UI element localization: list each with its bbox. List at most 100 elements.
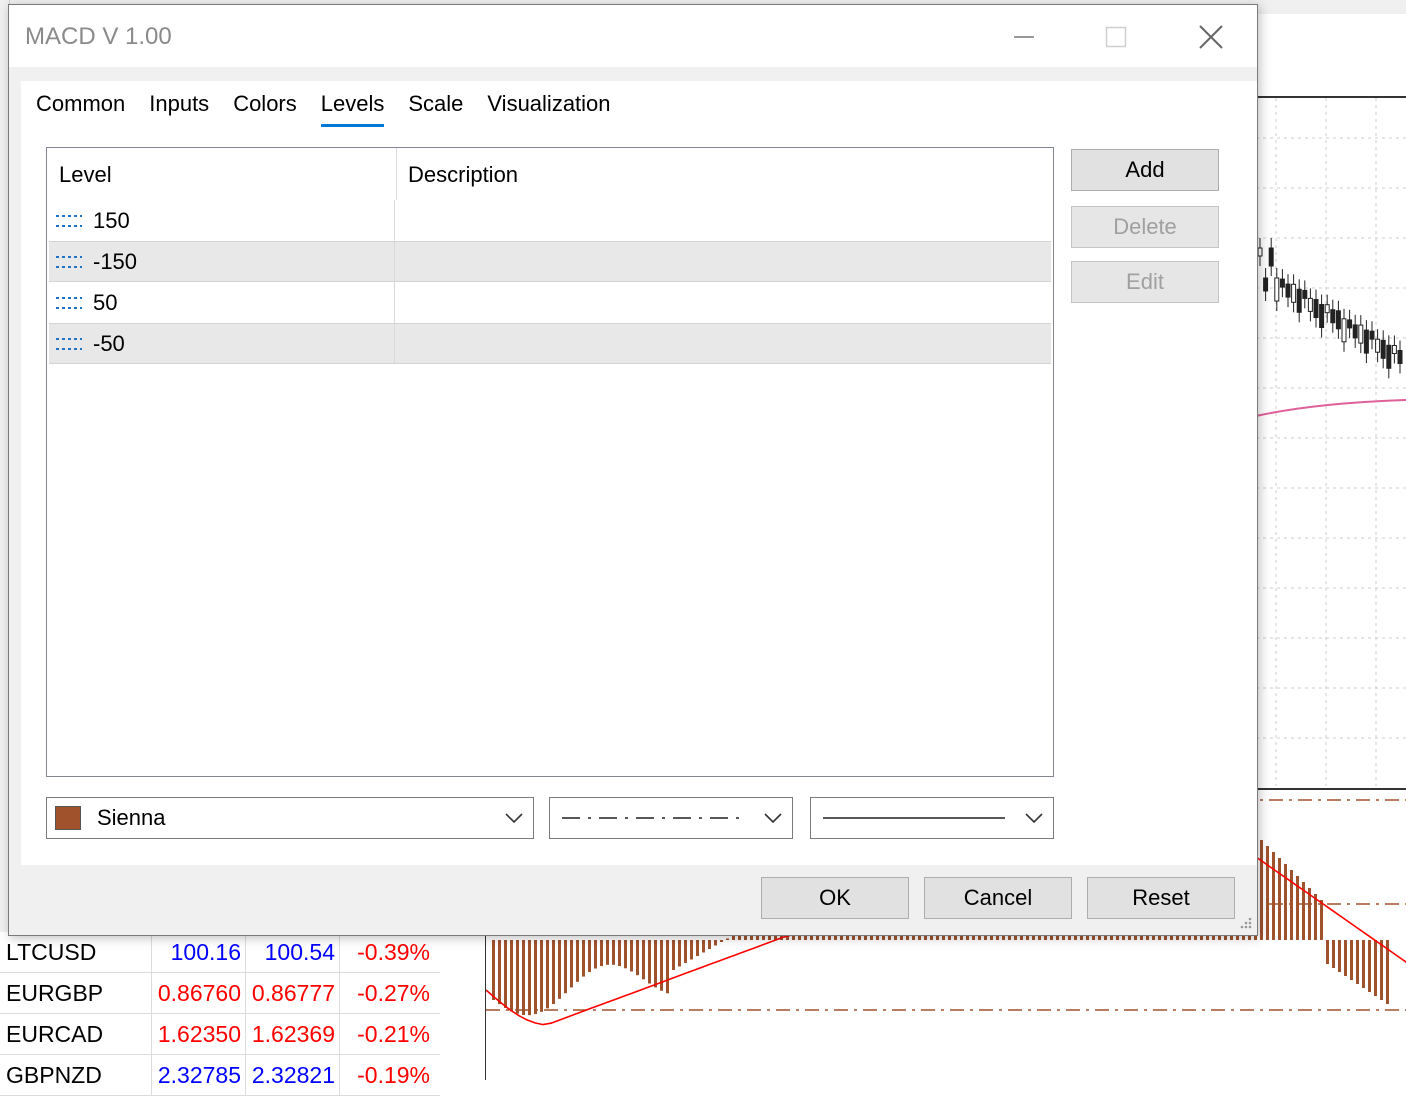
- ask: 1.62369: [246, 1014, 340, 1054]
- price-chart[interactable]: [1256, 96, 1406, 786]
- level-value: -150: [93, 248, 138, 274]
- candle-body: [1257, 247, 1263, 257]
- tab-bar: Common Inputs Colors Levels Scale Visual…: [36, 81, 635, 131]
- histogram-bar: [1320, 900, 1323, 940]
- cancel-button[interactable]: Cancel: [924, 877, 1072, 919]
- market-watch-row[interactable]: EURGBP 0.86760 0.86777 -0.27%: [0, 973, 440, 1014]
- symbol: EURCAD: [0, 1014, 152, 1054]
- histogram-bar: [570, 940, 573, 988]
- column-header-description[interactable]: Description: [397, 148, 518, 200]
- color-swatch: [55, 806, 81, 830]
- minimize-button[interactable]: [994, 15, 1054, 59]
- candle-body: [1397, 350, 1403, 364]
- levels-list[interactable]: Level Description 150 -150 50 -50: [46, 147, 1054, 777]
- tab-scale[interactable]: Scale: [408, 81, 463, 127]
- level-color-select[interactable]: Sienna: [46, 797, 534, 839]
- histogram-bar: [510, 940, 513, 1012]
- tab-levels[interactable]: Levels: [320, 81, 384, 127]
- candle-body: [1263, 277, 1269, 292]
- candle-body: [1386, 344, 1392, 369]
- level-description: [395, 200, 1051, 241]
- dialog-title: MACD V 1.00: [25, 23, 172, 50]
- histogram-bar: [1368, 940, 1371, 992]
- tab-colors[interactable]: Colors: [233, 81, 297, 127]
- histogram-bar: [1326, 940, 1329, 964]
- histogram-bar: [1344, 940, 1347, 976]
- level-value: 50: [93, 289, 118, 315]
- price-chart-canvas: [1256, 98, 1406, 786]
- indicator-properties-dialog: MACD V 1.00 Common Inputs Colors Levels …: [8, 4, 1258, 936]
- level-cell: -150: [49, 242, 395, 281]
- edit-level-button: Edit: [1071, 261, 1219, 303]
- dotted-line-icon: [56, 255, 82, 268]
- tab-visualization[interactable]: Visualization: [487, 81, 610, 127]
- daily-change: -0.21%: [357, 1020, 430, 1047]
- resize-grip-icon[interactable]: [1237, 915, 1253, 931]
- candle-body: [1291, 283, 1297, 303]
- solid-line-icon: [823, 817, 1005, 819]
- level-row[interactable]: 150: [49, 200, 1051, 241]
- histogram-bar: [696, 940, 699, 956]
- histogram-bar: [1260, 840, 1263, 940]
- chevron-down-icon: [764, 813, 782, 824]
- histogram-bar: [1356, 940, 1359, 984]
- candle-body: [1330, 309, 1336, 324]
- candle-body: [1375, 338, 1381, 353]
- tab-common[interactable]: Common: [36, 81, 125, 127]
- line-style-select[interactable]: [549, 797, 793, 839]
- tab-inputs[interactable]: Inputs: [149, 81, 209, 127]
- dialog-titlebar[interactable]: MACD V 1.00: [9, 5, 1257, 67]
- histogram-bar: [558, 940, 561, 999]
- candle-body: [1380, 339, 1386, 359]
- candle-body: [1302, 289, 1308, 299]
- level-row[interactable]: 50: [49, 282, 1051, 323]
- level-value: -50: [93, 330, 125, 356]
- column-header-level[interactable]: Level: [47, 148, 397, 200]
- daily-change: -0.39%: [357, 938, 430, 965]
- dotted-line-icon: [56, 214, 82, 227]
- market-watch-row[interactable]: EURCAD 1.62350 1.62369 -0.21%: [0, 1014, 440, 1055]
- line-width-select[interactable]: [810, 797, 1054, 839]
- ok-button[interactable]: OK: [761, 877, 909, 919]
- delete-level-button: Delete: [1071, 206, 1219, 248]
- market-watch-table: LTCUSD 100.16 100.54 -0.39% EURGBP 0.867…: [0, 932, 440, 1096]
- level-row[interactable]: -150: [49, 241, 1051, 282]
- histogram-bar: [492, 940, 495, 1000]
- maximize-button: [1086, 15, 1146, 59]
- histogram-bar: [1332, 940, 1335, 968]
- histogram-bar: [654, 940, 657, 988]
- histogram-bar: [678, 940, 681, 967]
- close-button[interactable]: [1181, 15, 1241, 59]
- minimize-icon: [1014, 36, 1034, 38]
- candle-body: [1307, 297, 1313, 312]
- moving-average-line: [1256, 399, 1406, 417]
- candle-body: [1335, 310, 1341, 330]
- level-row[interactable]: -50: [49, 323, 1051, 364]
- dash-dot-line-icon: [562, 817, 747, 819]
- histogram-bar: [564, 940, 567, 994]
- histogram-bar: [726, 938, 729, 940]
- histogram-bar: [1374, 940, 1377, 996]
- level-description: [395, 324, 1051, 363]
- candle-body: [1369, 330, 1375, 340]
- add-level-button[interactable]: Add: [1071, 149, 1219, 191]
- symbol: GBPNZD: [0, 1055, 152, 1095]
- reset-button[interactable]: Reset: [1087, 877, 1235, 919]
- market-watch-row[interactable]: LTCUSD 100.16 100.54 -0.39%: [0, 932, 440, 973]
- chevron-down-icon: [505, 813, 523, 824]
- histogram-bar: [540, 940, 543, 1012]
- histogram-bar: [1380, 940, 1383, 1000]
- histogram-bar: [582, 940, 585, 977]
- histogram-bar: [636, 940, 639, 976]
- candle-body: [1313, 299, 1319, 318]
- histogram-bar: [1350, 940, 1353, 980]
- histogram-bar: [516, 940, 519, 1014]
- candle-body: [1358, 324, 1364, 344]
- histogram-bar: [594, 940, 597, 969]
- histogram-bar: [720, 940, 723, 942]
- histogram-bar: [684, 940, 687, 963]
- market-watch-row[interactable]: GBPNZD 2.32785 2.32821 -0.19%: [0, 1055, 440, 1096]
- histogram-bar: [1266, 846, 1269, 940]
- bid: 0.86760: [152, 973, 246, 1013]
- ask: 0.86777: [246, 973, 340, 1013]
